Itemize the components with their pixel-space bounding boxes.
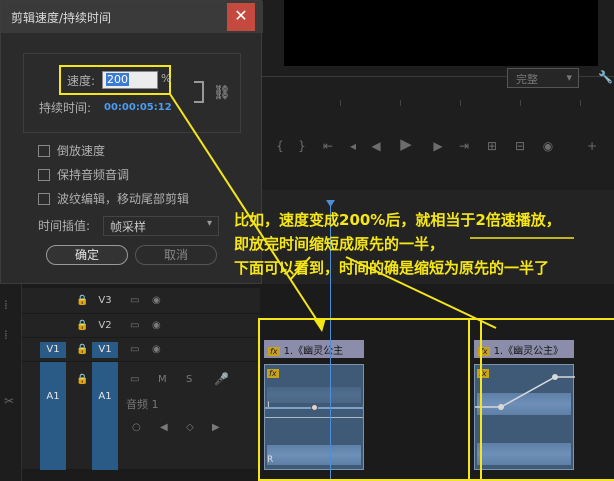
annotation-line-3: 下面可以看到，时间的确是缩短为原先的一半了 bbox=[234, 259, 550, 277]
annotation-line-2: 即放完时间缩短成原先的一半， bbox=[234, 235, 445, 253]
annotation-line-1: 比如，速度变成200%后，就相当于2倍速播放， bbox=[234, 211, 561, 229]
annotation-text: 比如，速度变成200%后，就相当于2倍速播放， 即放完时间缩短成原先的一半， 下… bbox=[234, 208, 610, 280]
